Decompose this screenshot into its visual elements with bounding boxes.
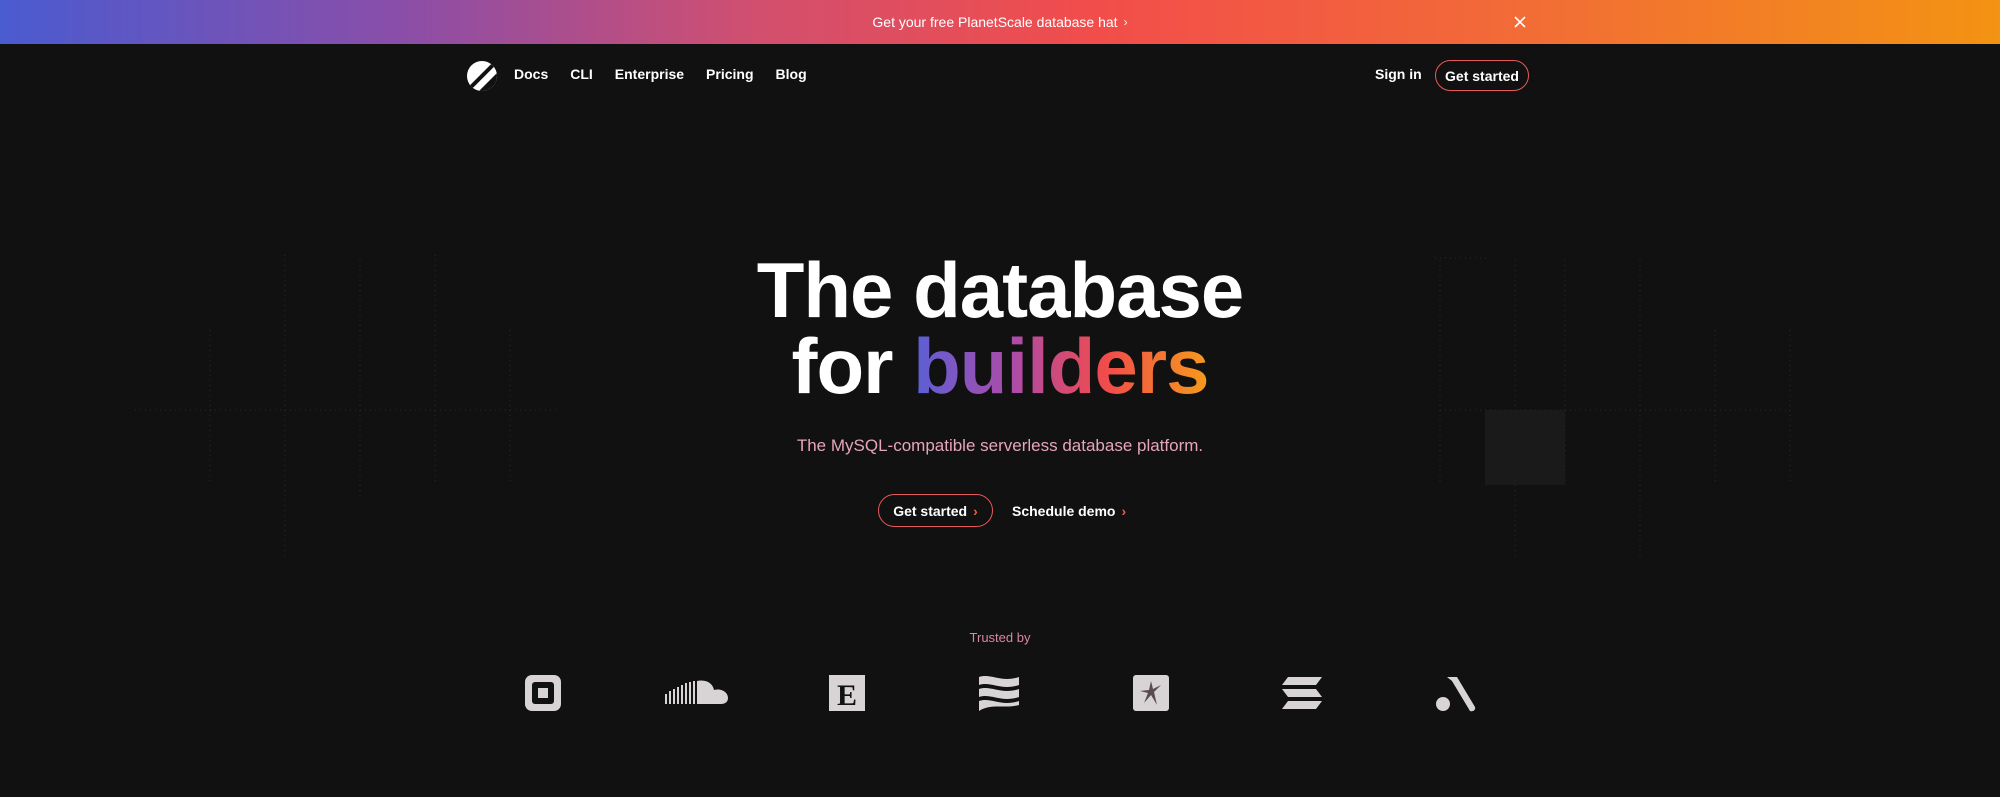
chevron-right-icon: › bbox=[1121, 502, 1127, 519]
square-logo-icon bbox=[518, 668, 568, 718]
banner-link[interactable]: Get your free PlanetScale database hat › bbox=[872, 14, 1127, 30]
jordan-logo-icon bbox=[1126, 668, 1176, 718]
nav-link-blog[interactable]: Blog bbox=[776, 66, 807, 82]
svg-text:E: E bbox=[837, 679, 857, 712]
schedule-demo-label: Schedule demo bbox=[1012, 502, 1116, 519]
etsy-logo-icon: E bbox=[822, 668, 872, 718]
sign-in-link[interactable]: Sign in bbox=[1375, 66, 1422, 82]
soundcloud-logo-icon bbox=[665, 668, 729, 718]
planetscale-logo-icon[interactable] bbox=[467, 61, 497, 91]
hero-title-line-2: for builders bbox=[0, 327, 2000, 405]
hero-title: The database for builders bbox=[0, 246, 2000, 405]
trusted-logos: E bbox=[0, 668, 2000, 718]
trusted-by-label: Trusted by bbox=[969, 630, 1031, 645]
chevron-right-icon: › bbox=[1123, 15, 1128, 29]
close-icon[interactable] bbox=[1510, 12, 1530, 32]
top-nav bbox=[0, 44, 2000, 108]
wave-logo-icon bbox=[974, 668, 1024, 718]
nav-get-started-button[interactable]: Get started bbox=[1435, 60, 1529, 91]
hero-subtitle: The MySQL-compatible serverless database… bbox=[796, 436, 1204, 455]
nav-link-pricing[interactable]: Pricing bbox=[706, 66, 753, 82]
arrow-a-logo-icon bbox=[1430, 668, 1480, 718]
hero-get-started-button[interactable]: Get started › bbox=[878, 494, 993, 527]
nav-link-docs[interactable]: Docs bbox=[514, 66, 548, 82]
solana-logo-icon bbox=[1277, 668, 1327, 718]
chevron-right-icon: › bbox=[973, 502, 978, 519]
hero-get-started-label: Get started bbox=[893, 502, 968, 519]
nav-link-enterprise[interactable]: Enterprise bbox=[615, 66, 684, 82]
hero-title-line-1: The database bbox=[756, 246, 1245, 334]
hero-title-prefix: for bbox=[791, 322, 914, 410]
banner-text: Get your free PlanetScale database hat bbox=[872, 14, 1118, 30]
schedule-demo-link[interactable]: Schedule demo › bbox=[1012, 494, 1126, 527]
nav-link-cli[interactable]: CLI bbox=[570, 66, 593, 82]
hero-title-accent: builders bbox=[913, 322, 1209, 410]
announcement-banner: Get your free PlanetScale database hat › bbox=[0, 0, 2000, 44]
nav-links: Docs CLI Enterprise Pricing Blog bbox=[514, 66, 807, 82]
